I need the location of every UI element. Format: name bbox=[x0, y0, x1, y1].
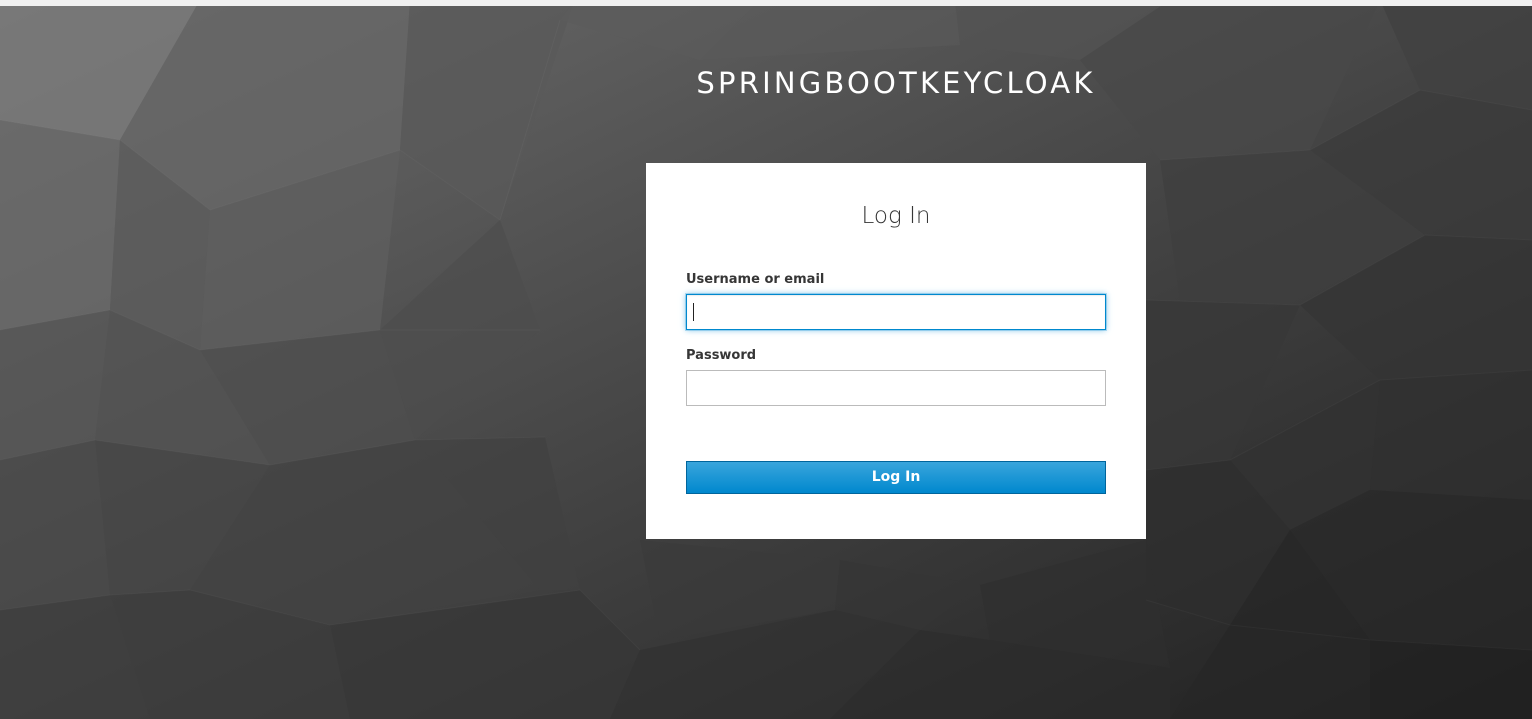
username-input[interactable] bbox=[686, 294, 1106, 330]
browser-top-strip bbox=[0, 0, 1532, 6]
password-label: Password bbox=[686, 348, 757, 363]
login-button[interactable]: Log In bbox=[686, 461, 1106, 494]
password-input[interactable] bbox=[686, 370, 1106, 406]
login-card: Log In Username or email Password Log In bbox=[646, 163, 1146, 539]
text-caret bbox=[693, 303, 694, 321]
username-label: Username or email bbox=[686, 272, 825, 287]
realm-title: SPRINGBOOTKEYCLOAK bbox=[696, 66, 1096, 100]
login-page: SPRINGBOOTKEYCLOAK Log In Username or em… bbox=[0, 0, 1532, 719]
login-heading: Log In bbox=[861, 203, 931, 229]
